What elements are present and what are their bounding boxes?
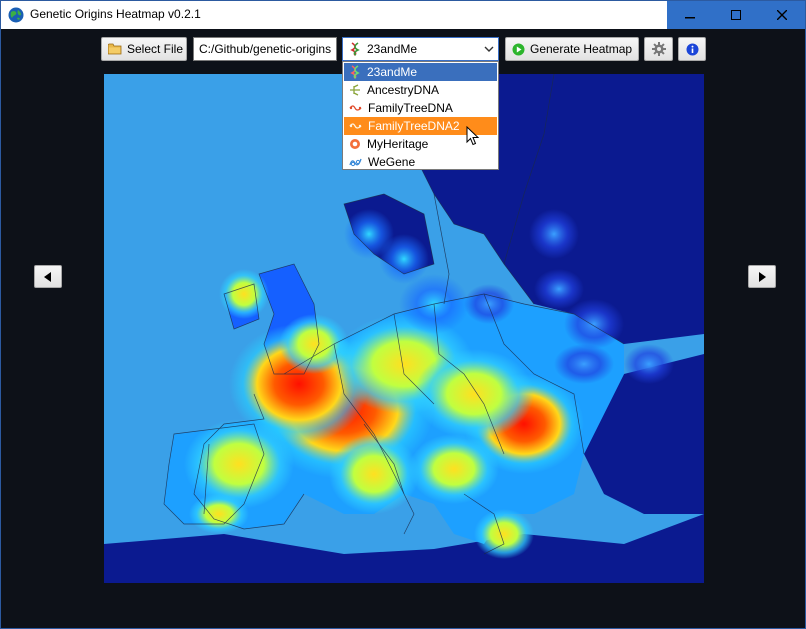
23andme-dna-icon bbox=[350, 42, 360, 56]
settings-button[interactable] bbox=[644, 37, 673, 61]
arrow-right-icon bbox=[759, 271, 766, 282]
provider-option-familytreedna[interactable]: FamilyTreeDNA bbox=[344, 99, 497, 117]
maximize-button[interactable] bbox=[713, 1, 759, 29]
gear-icon bbox=[651, 42, 666, 56]
select-file-label: Select File bbox=[127, 42, 184, 56]
app-window: Genetic Origins Heatmap v0.2.1 Select Fi… bbox=[0, 0, 806, 629]
info-button[interactable] bbox=[678, 37, 706, 61]
play-icon bbox=[512, 43, 525, 55]
myheritage-icon bbox=[350, 139, 360, 149]
file-path-input[interactable] bbox=[193, 37, 337, 61]
select-file-button[interactable]: Select File bbox=[101, 37, 187, 61]
provider-selected-label: 23andMe bbox=[367, 42, 418, 56]
provider-option-label: FamilyTreeDNA bbox=[368, 101, 453, 115]
title-bar: Genetic Origins Heatmap v0.2.1 bbox=[1, 1, 805, 29]
provider-dropdown-list: 23andMe AncestryDNA FamilyTreeDNA Family… bbox=[342, 61, 499, 170]
provider-option-label: WeGene bbox=[368, 155, 416, 169]
info-icon bbox=[686, 43, 698, 55]
provider-select[interactable]: 23andMe bbox=[342, 37, 499, 61]
provider-option-23andme[interactable]: 23andMe bbox=[344, 63, 497, 81]
folder-icon bbox=[108, 43, 122, 55]
close-icon bbox=[777, 10, 787, 20]
arrow-left-icon bbox=[44, 271, 51, 282]
minimize-button[interactable] bbox=[667, 1, 713, 29]
close-button[interactable] bbox=[759, 1, 805, 29]
provider-option-label: 23andMe bbox=[367, 65, 418, 79]
minimize-icon bbox=[685, 17, 695, 19]
wegene-icon bbox=[349, 158, 362, 167]
chevron-down-icon bbox=[484, 46, 494, 52]
ftdna-icon bbox=[349, 105, 362, 111]
next-button[interactable] bbox=[748, 265, 776, 288]
generate-heatmap-button[interactable]: Generate Heatmap bbox=[505, 37, 639, 61]
provider-option-label: MyHeritage bbox=[367, 137, 429, 151]
mouse-cursor-icon bbox=[466, 126, 480, 146]
ancestry-leaf-icon bbox=[350, 84, 360, 96]
globe-icon bbox=[8, 7, 24, 23]
provider-option-label: FamilyTreeDNA2 bbox=[368, 119, 460, 133]
generate-heatmap-label: Generate Heatmap bbox=[530, 42, 633, 56]
provider-option-label: AncestryDNA bbox=[367, 83, 440, 97]
window-title: Genetic Origins Heatmap v0.2.1 bbox=[30, 7, 201, 21]
previous-button[interactable] bbox=[34, 265, 62, 288]
provider-option-wegene[interactable]: WeGene bbox=[344, 153, 497, 171]
maximize-icon bbox=[731, 10, 741, 20]
ftdna-icon bbox=[349, 123, 362, 129]
23andme-dna-icon bbox=[350, 65, 360, 79]
provider-option-ancestrydna[interactable]: AncestryDNA bbox=[344, 81, 497, 99]
